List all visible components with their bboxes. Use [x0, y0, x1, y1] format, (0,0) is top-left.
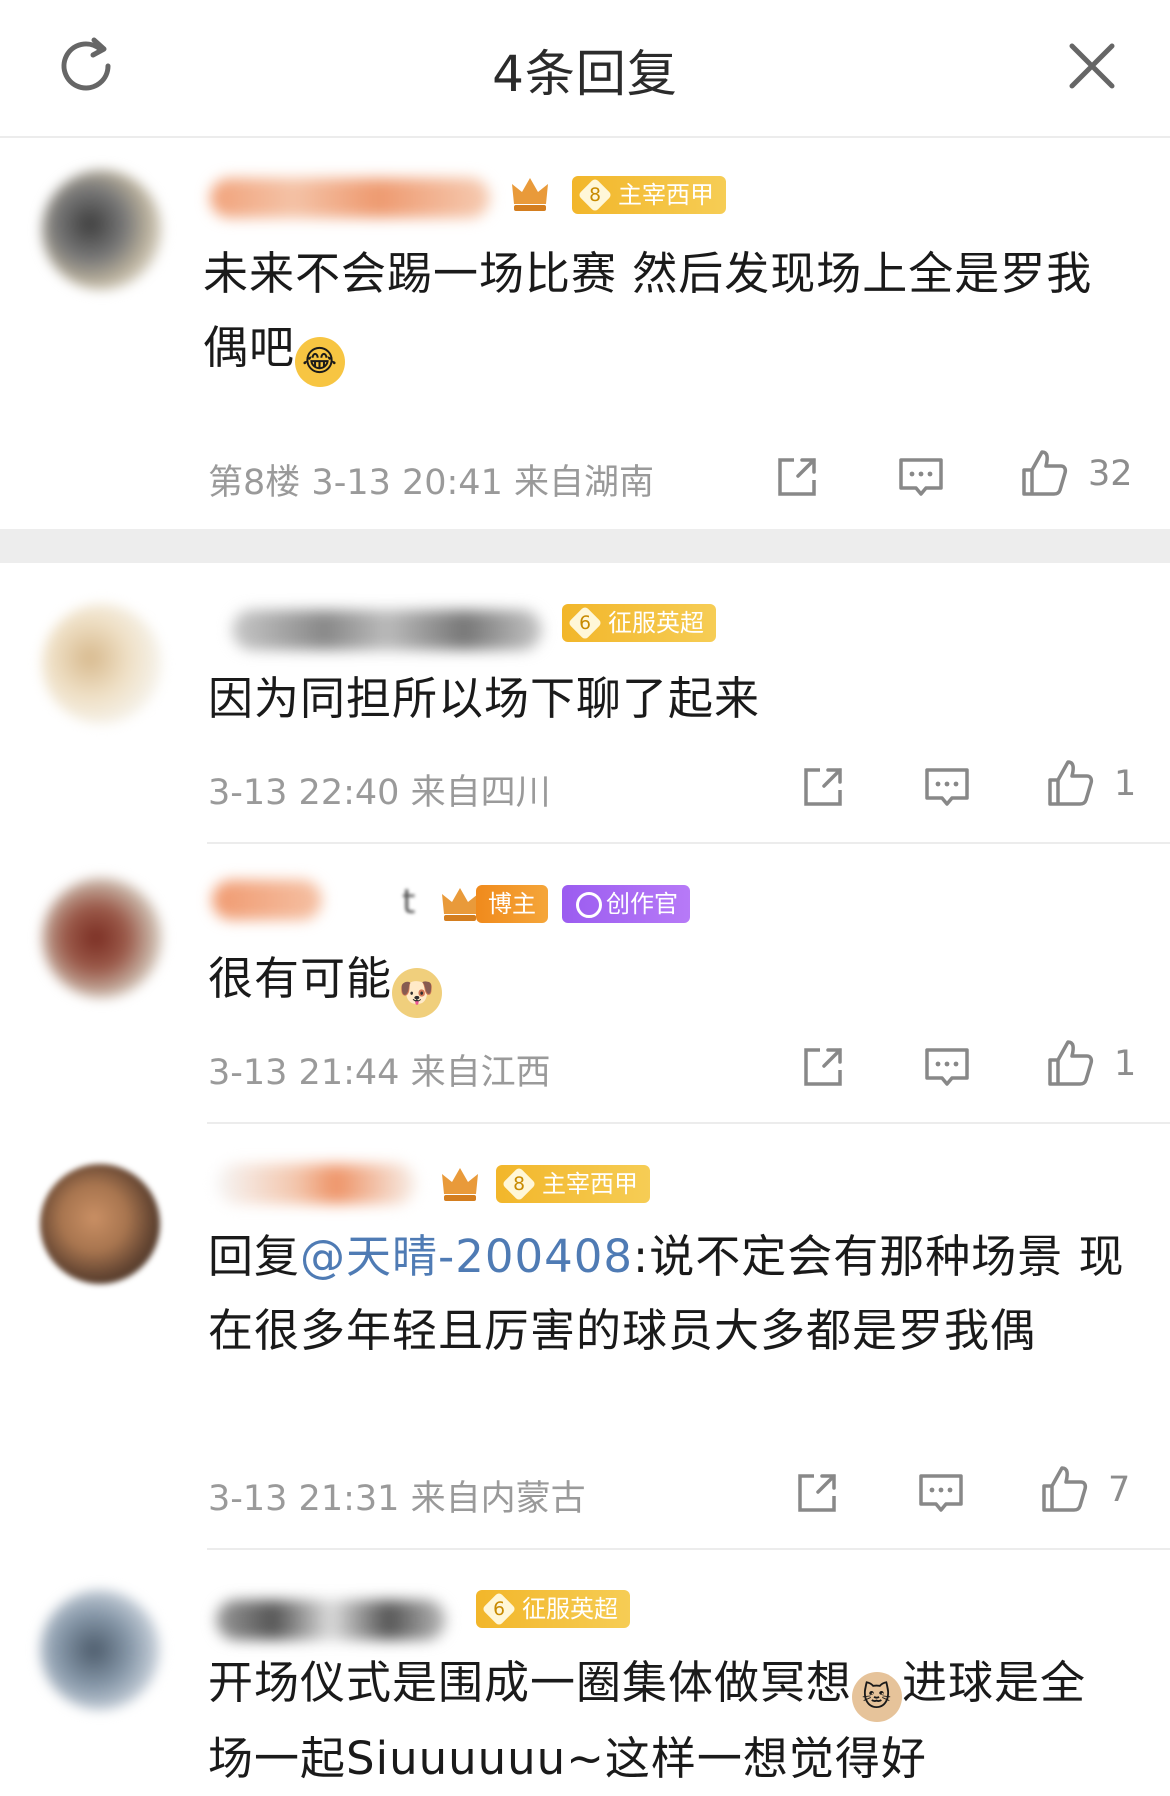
timestamp: 3-13 20:41 [311, 463, 503, 503]
mention-link[interactable]: @天晴-200408 [300, 1230, 633, 1283]
comment-icon[interactable] [922, 762, 972, 812]
comment-meta: 3-13 22:40 来自四川 [208, 764, 551, 815]
username[interactable] [232, 610, 542, 650]
avatar[interactable] [40, 1590, 160, 1710]
username[interactable] [216, 1600, 446, 1640]
reply-separator [207, 1122, 1170, 1124]
share-icon[interactable] [798, 1042, 848, 1092]
level-diamond-icon: 8 [501, 1166, 537, 1202]
comment-meta: 3-13 21:44 来自江西 [208, 1044, 551, 1095]
username-tail: t [402, 882, 416, 922]
reply-separator [207, 842, 1170, 844]
like-count: 7 [1108, 1470, 1131, 1510]
cat-emoji: 🐱 [852, 1672, 903, 1722]
like-icon[interactable] [1038, 1464, 1088, 1514]
comment-text: 开场仪式是围成一圈集体做冥想 🐱 进球是全场一起Siuuuuuu~这样一想觉得好 [208, 1656, 1087, 1785]
level-diamond-icon: 6 [481, 1591, 517, 1627]
crown-icon [442, 1168, 478, 1201]
laughing-tears-emoji: 😂 [295, 337, 346, 387]
comment-icon[interactable] [896, 452, 946, 502]
reply-count-title: 4条回复 [492, 45, 678, 103]
username[interactable] [210, 178, 490, 218]
timestamp: 3-13 21:44 [208, 1053, 400, 1093]
fan-level-badge: 6 征服英超 [476, 1590, 630, 1628]
level-diamond-icon: 8 [577, 177, 613, 213]
reply-prefix: 回复 [208, 1230, 301, 1283]
like-count: 1 [1114, 1044, 1137, 1084]
close-icon[interactable] [1056, 30, 1128, 102]
like-count: 32 [1088, 454, 1133, 494]
timestamp: 3-13 21:31 [208, 1479, 400, 1519]
creator-badge: 创作官 [562, 885, 690, 923]
location: 来自内蒙古 [410, 1479, 586, 1519]
doge-emoji: 🐶 [392, 968, 443, 1018]
comment-text: 很有可能 🐶 [208, 942, 443, 1018]
like-count: 1 [1114, 764, 1137, 804]
timestamp: 3-13 22:40 [208, 773, 400, 813]
username[interactable] [216, 1164, 416, 1204]
location: 来自湖南 [514, 463, 655, 503]
like-icon[interactable] [1044, 1038, 1094, 1088]
like-icon[interactable] [1044, 758, 1094, 808]
fan-level-badge: 8 主宰西甲 [572, 176, 726, 214]
fan-level-badge: 6 征服英超 [562, 604, 716, 642]
location: 来自江西 [410, 1053, 551, 1093]
reply-sheet-header: 4条回复 [0, 0, 1170, 138]
blogger-badge: 博主 [476, 885, 548, 923]
comment-text: 回复@天晴-200408:说不定会有那种场景 现在很多年轻且厉害的球员大多都是罗… [208, 1230, 1125, 1357]
section-divider [0, 529, 1170, 563]
floor-number: 第8楼 [208, 463, 301, 503]
comment-meta: 第8楼 3-13 20:41 来自湖南 [208, 454, 654, 505]
crown-icon [512, 178, 548, 211]
fan-level-badge: 8 主宰西甲 [496, 1165, 650, 1203]
like-icon[interactable] [1018, 448, 1068, 498]
share-icon[interactable] [772, 452, 822, 502]
avatar[interactable] [42, 170, 162, 290]
comment-icon[interactable] [922, 1042, 972, 1092]
reply-separator [207, 1548, 1170, 1550]
comment-text: 未来不会踢一场比赛 然后发现场上全是罗我偶吧 😂 [203, 237, 1123, 387]
location: 来自四川 [410, 773, 551, 813]
avatar[interactable] [40, 1164, 160, 1284]
comment-icon[interactable] [916, 1468, 966, 1518]
comment-meta: 3-13 21:31 来自内蒙古 [208, 1470, 586, 1521]
share-icon[interactable] [792, 1468, 842, 1518]
comment-text: 因为同担所以场下聊了起来 [208, 672, 761, 725]
avatar[interactable] [42, 878, 162, 998]
planet-icon [576, 892, 602, 918]
avatar[interactable] [42, 604, 162, 724]
share-icon[interactable] [798, 762, 848, 812]
level-diamond-icon: 6 [567, 605, 603, 641]
username[interactable] [212, 880, 322, 920]
